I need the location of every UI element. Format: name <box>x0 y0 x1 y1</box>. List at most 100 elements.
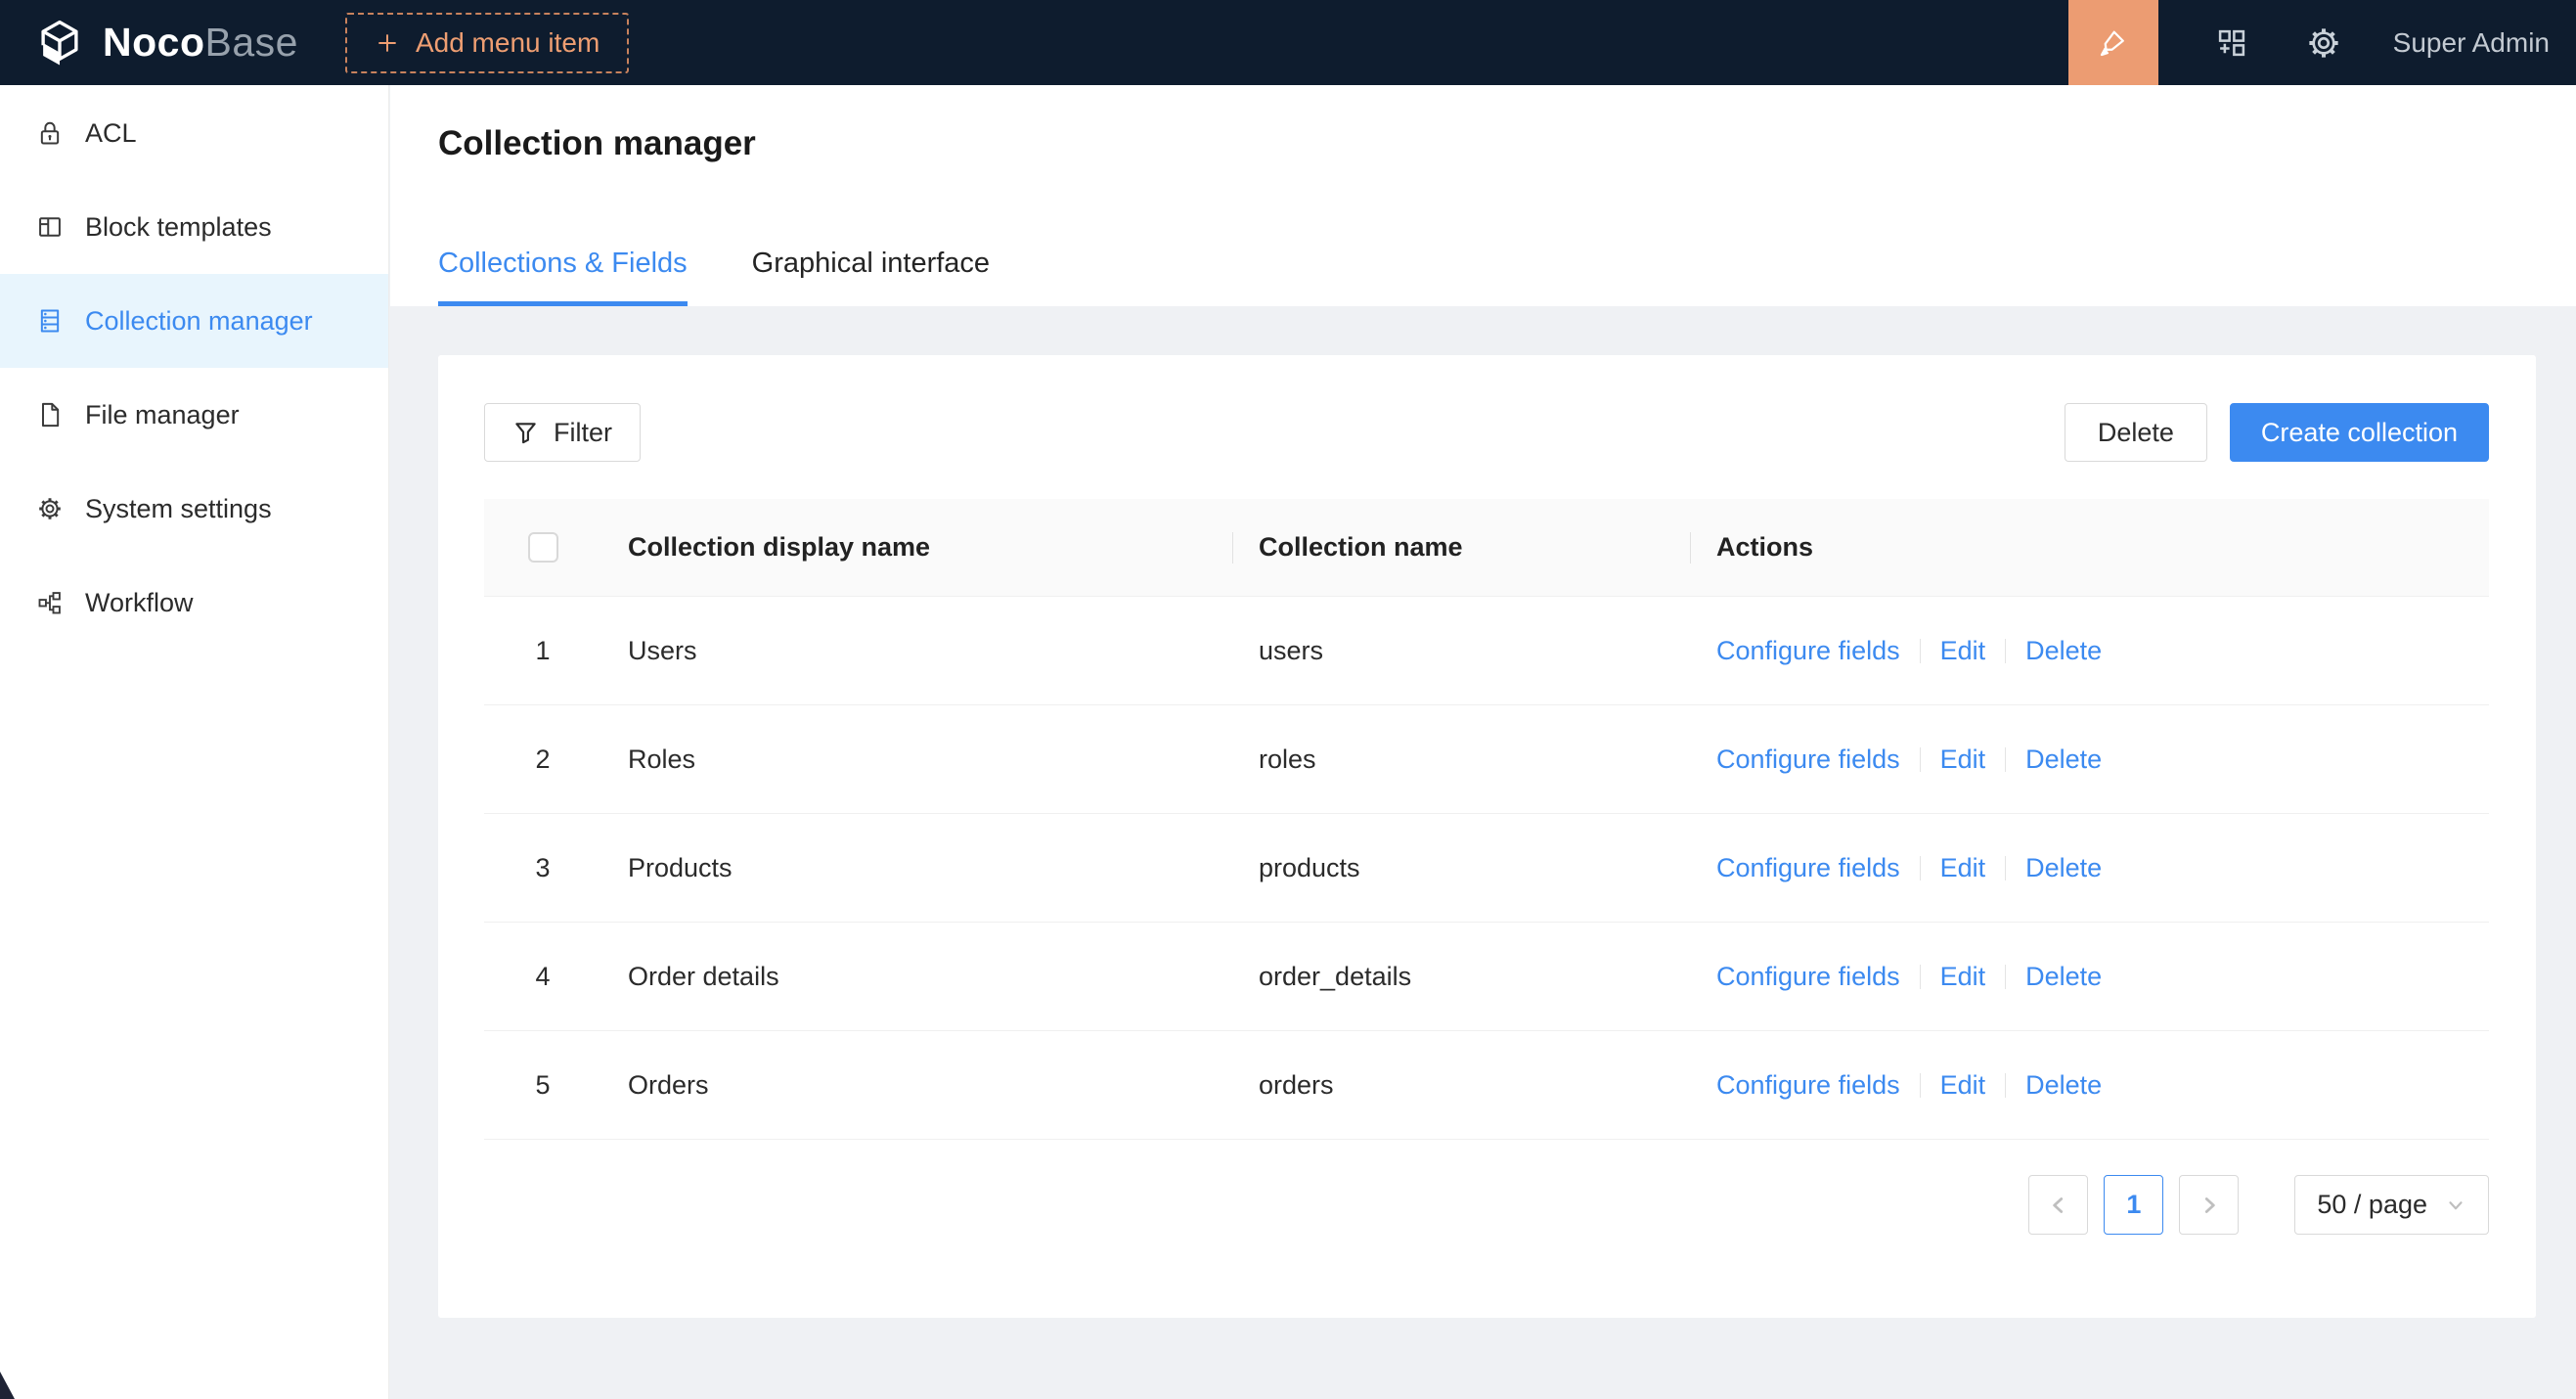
pagination: 1 50 / page <box>484 1175 2489 1235</box>
cell-name: roles <box>1232 745 1690 775</box>
configure-fields-link[interactable]: Configure fields <box>1716 1070 1900 1101</box>
filter-icon <box>512 420 539 446</box>
edit-link[interactable]: Edit <box>1940 1070 1986 1101</box>
edit-link[interactable]: Edit <box>1940 745 1986 775</box>
sidebar-item-label: Block templates <box>85 212 272 243</box>
nocobase-logo[interactable]: NocoBase <box>33 17 298 69</box>
cell-display-name: Roles <box>601 745 1232 775</box>
delete-link[interactable]: Delete <box>2025 962 2102 992</box>
edit-link[interactable]: Edit <box>1940 636 1986 666</box>
layout-icon <box>36 213 64 241</box>
plus-icon <box>375 30 400 56</box>
database-icon <box>36 307 64 335</box>
cell-name: products <box>1232 853 1690 883</box>
cell-display-name: Orders <box>601 1070 1232 1101</box>
delete-button[interactable]: Delete <box>2065 403 2207 462</box>
cell-name: users <box>1232 636 1690 666</box>
edit-link[interactable]: Edit <box>1940 853 1986 883</box>
cube-logo-icon <box>33 17 86 69</box>
table-row: 2 Roles roles Configure fields Edit Dele… <box>484 705 2489 814</box>
row-index: 1 <box>535 636 550 666</box>
filter-button[interactable]: Filter <box>484 403 641 462</box>
row-index: 5 <box>535 1070 550 1101</box>
next-page-button[interactable] <box>2179 1175 2239 1235</box>
column-header-actions: Actions <box>1690 532 2489 563</box>
sidebar: ACL Block templates Collection manager F… <box>0 85 389 1399</box>
edit-link[interactable]: Edit <box>1940 962 1986 992</box>
sidebar-item-label: System settings <box>85 494 272 524</box>
sidebar-item-label: File manager <box>85 400 240 430</box>
configure-fields-link[interactable]: Configure fields <box>1716 636 1900 666</box>
partition-icon <box>36 589 64 616</box>
configure-fields-link[interactable]: Configure fields <box>1716 745 1900 775</box>
sidebar-item-acl[interactable]: ACL <box>0 86 388 180</box>
current-user[interactable]: Super Admin <box>2393 27 2550 59</box>
row-index: 4 <box>535 962 550 992</box>
page-size-value: 50 / page <box>2317 1190 2427 1220</box>
cell-name: orders <box>1232 1070 1690 1101</box>
sidebar-item-label: Workflow <box>85 588 194 618</box>
configure-fields-link[interactable]: Configure fields <box>1716 962 1900 992</box>
plugins-button[interactable] <box>2213 24 2250 62</box>
tabs-bar: Collections & Fields Graphical interface <box>438 248 990 306</box>
select-all-checkbox[interactable] <box>528 532 558 563</box>
appstore-add-icon <box>2213 24 2250 62</box>
tab-collections-and-fields[interactable]: Collections & Fields <box>438 248 688 306</box>
row-index: 3 <box>535 853 550 883</box>
configure-fields-link[interactable]: Configure fields <box>1716 853 1900 883</box>
table-row: 5 Orders orders Configure fields Edit De… <box>484 1031 2489 1140</box>
page-1-button[interactable]: 1 <box>2104 1175 2163 1235</box>
action-divider <box>1920 965 1921 989</box>
page-header: Collection manager Collections & Fields … <box>390 85 2576 306</box>
table-header-row: Collection display name Collection name … <box>484 499 2489 597</box>
page-size-select[interactable]: 50 / page <box>2294 1175 2489 1235</box>
delete-link[interactable]: Delete <box>2025 1070 2102 1101</box>
prev-page-button[interactable] <box>2028 1175 2088 1235</box>
table-row: 1 Users users Configure fields Edit Dele… <box>484 597 2489 705</box>
main-area: Collection manager Collections & Fields … <box>390 85 2576 1399</box>
delete-link[interactable]: Delete <box>2025 636 2102 666</box>
sidebar-item-label: Collection manager <box>85 306 313 337</box>
column-header-name: Collection name <box>1232 532 1690 563</box>
sidebar-item-block-templates[interactable]: Block templates <box>0 180 388 274</box>
column-header-display-name: Collection display name <box>601 532 1232 563</box>
delete-link[interactable]: Delete <box>2025 853 2102 883</box>
action-divider <box>2005 965 2006 989</box>
row-index: 2 <box>535 745 550 775</box>
content-area: Filter Delete Create collection Collecti… <box>390 306 2576 1318</box>
collections-card: Filter Delete Create collection Collecti… <box>438 355 2536 1318</box>
highlighter-icon <box>2096 25 2131 61</box>
delete-link[interactable]: Delete <box>2025 745 2102 775</box>
cell-name: order_details <box>1232 962 1690 992</box>
action-divider <box>2005 1073 2006 1098</box>
page-title: Collection manager <box>438 124 756 163</box>
cell-display-name: Order details <box>601 962 1232 992</box>
add-menu-item-label: Add menu item <box>416 27 600 59</box>
logo-text: NocoBase <box>103 20 298 66</box>
action-divider <box>2005 639 2006 663</box>
action-divider <box>2005 856 2006 880</box>
sidebar-item-collection-manager[interactable]: Collection manager <box>0 274 388 368</box>
filter-label: Filter <box>554 418 612 448</box>
sidebar-item-workflow[interactable]: Workflow <box>0 556 388 650</box>
action-divider <box>1920 639 1921 663</box>
card-toolbar: Filter Delete Create collection <box>484 403 2489 462</box>
gear-icon <box>2305 24 2342 62</box>
table-row: 3 Products products Configure fields Edi… <box>484 814 2489 923</box>
sidebar-item-file-manager[interactable]: File manager <box>0 368 388 462</box>
sidebar-item-system-settings[interactable]: System settings <box>0 462 388 556</box>
add-menu-item-button[interactable]: Add menu item <box>345 13 629 73</box>
action-divider <box>1920 1073 1921 1098</box>
collections-table: Collection display name Collection name … <box>484 499 2489 1140</box>
cell-display-name: Users <box>601 636 1232 666</box>
file-icon <box>36 401 64 429</box>
tab-graphical-interface[interactable]: Graphical interface <box>752 248 990 306</box>
action-divider <box>2005 747 2006 772</box>
gear-icon <box>36 495 64 522</box>
action-divider <box>1920 747 1921 772</box>
create-collection-button[interactable]: Create collection <box>2230 403 2489 462</box>
ui-editor-button[interactable] <box>2068 0 2158 85</box>
table-row: 4 Order details order_details Configure … <box>484 923 2489 1031</box>
action-divider <box>1920 856 1921 880</box>
settings-button[interactable] <box>2305 24 2342 62</box>
